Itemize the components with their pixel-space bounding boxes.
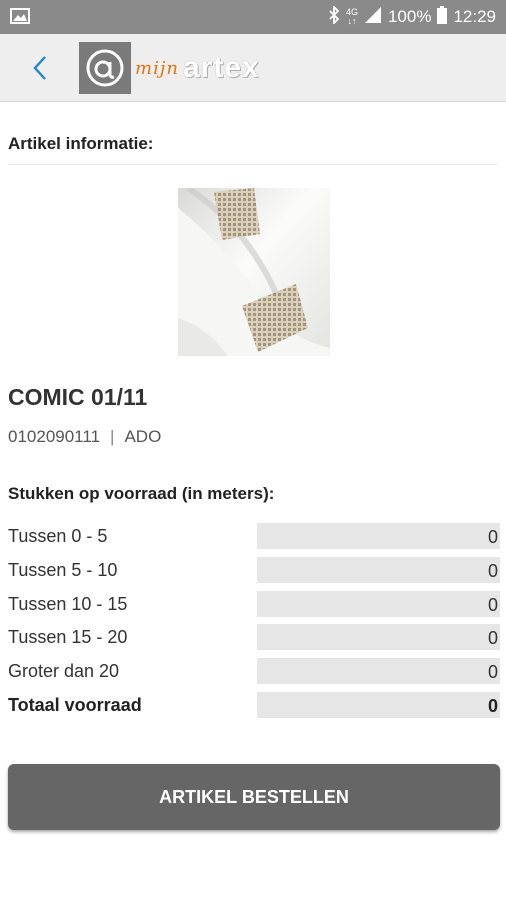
stock-value-field: 0 — [257, 624, 500, 651]
product-image — [178, 188, 330, 356]
logo-mijn: mijn — [135, 57, 179, 79]
stock-value: 0 — [487, 560, 498, 581]
back-button[interactable] — [24, 52, 56, 84]
stock-total-label: Totaal voorraad — [8, 694, 142, 715]
stock-label: Tussen 5 - 10 — [8, 559, 118, 580]
status-bar: 4G ↓↑ 100% 12:29 — [0, 0, 506, 34]
stock-label: Groter dan 20 — [8, 661, 120, 682]
image-icon — [10, 8, 30, 24]
divider — [8, 164, 498, 165]
stock-row: Tussen 0 - 5 0 — [8, 520, 500, 554]
stock-label: Tussen 0 - 5 — [8, 526, 108, 546]
meta-separator: | — [110, 427, 115, 446]
stock-label: Tussen 15 - 20 — [8, 627, 128, 648]
stock-row: Tussen 15 - 20 0 — [8, 621, 500, 655]
order-article-button[interactable]: ARTIKEL BESTELLEN — [8, 764, 500, 830]
stock-value: 0 — [487, 628, 498, 649]
battery-icon — [437, 5, 448, 29]
stock-value: 0 — [487, 527, 498, 547]
network-indicator: 4G ↓↑ — [345, 7, 358, 26]
product-name: COMIC 01/11 — [8, 384, 148, 410]
supplier-code: ADO — [124, 427, 162, 446]
stock-value: 0 — [487, 594, 498, 615]
chevron-left-icon — [33, 56, 46, 80]
stock-row: Groter dan 20 0 — [8, 655, 500, 689]
bluetooth-icon — [328, 4, 340, 29]
stock-value-field: 0 — [257, 556, 500, 583]
logo-artex: artex — [183, 51, 260, 84]
app-bar: mijn artex — [0, 34, 506, 102]
article-number: 0102090111 — [8, 427, 101, 446]
stock-row: Tussen 10 - 15 0 — [8, 588, 500, 622]
signal-icon — [364, 6, 382, 29]
stock-row: Tussen 5 - 10 0 — [8, 554, 500, 588]
product-meta: 0102090111 | ADO — [8, 427, 161, 447]
stock-total-value: 0 — [487, 695, 498, 716]
stock-table: Tussen 0 - 5 0 Tussen 5 - 10 0 Tussen 10… — [8, 520, 500, 723]
stock-label: Tussen 10 - 15 — [8, 593, 128, 614]
stock-value-field: 0 — [257, 658, 500, 685]
app-logo: mijn artex — [79, 42, 260, 94]
section-title: Artikel informatie: — [8, 134, 154, 153]
clock: 12:29 — [453, 7, 496, 26]
stock-value-field: 0 — [257, 523, 500, 549]
stock-total-field: 0 — [257, 691, 500, 718]
stock-title: Stukken op voorraad (in meters): — [8, 484, 275, 503]
logo-mark — [79, 42, 131, 94]
stock-value-field: 0 — [257, 590, 500, 617]
stock-total-row: Totaal voorraad 0 — [8, 689, 500, 723]
stock-value: 0 — [487, 662, 498, 683]
battery-level: 100% — [387, 7, 432, 26]
